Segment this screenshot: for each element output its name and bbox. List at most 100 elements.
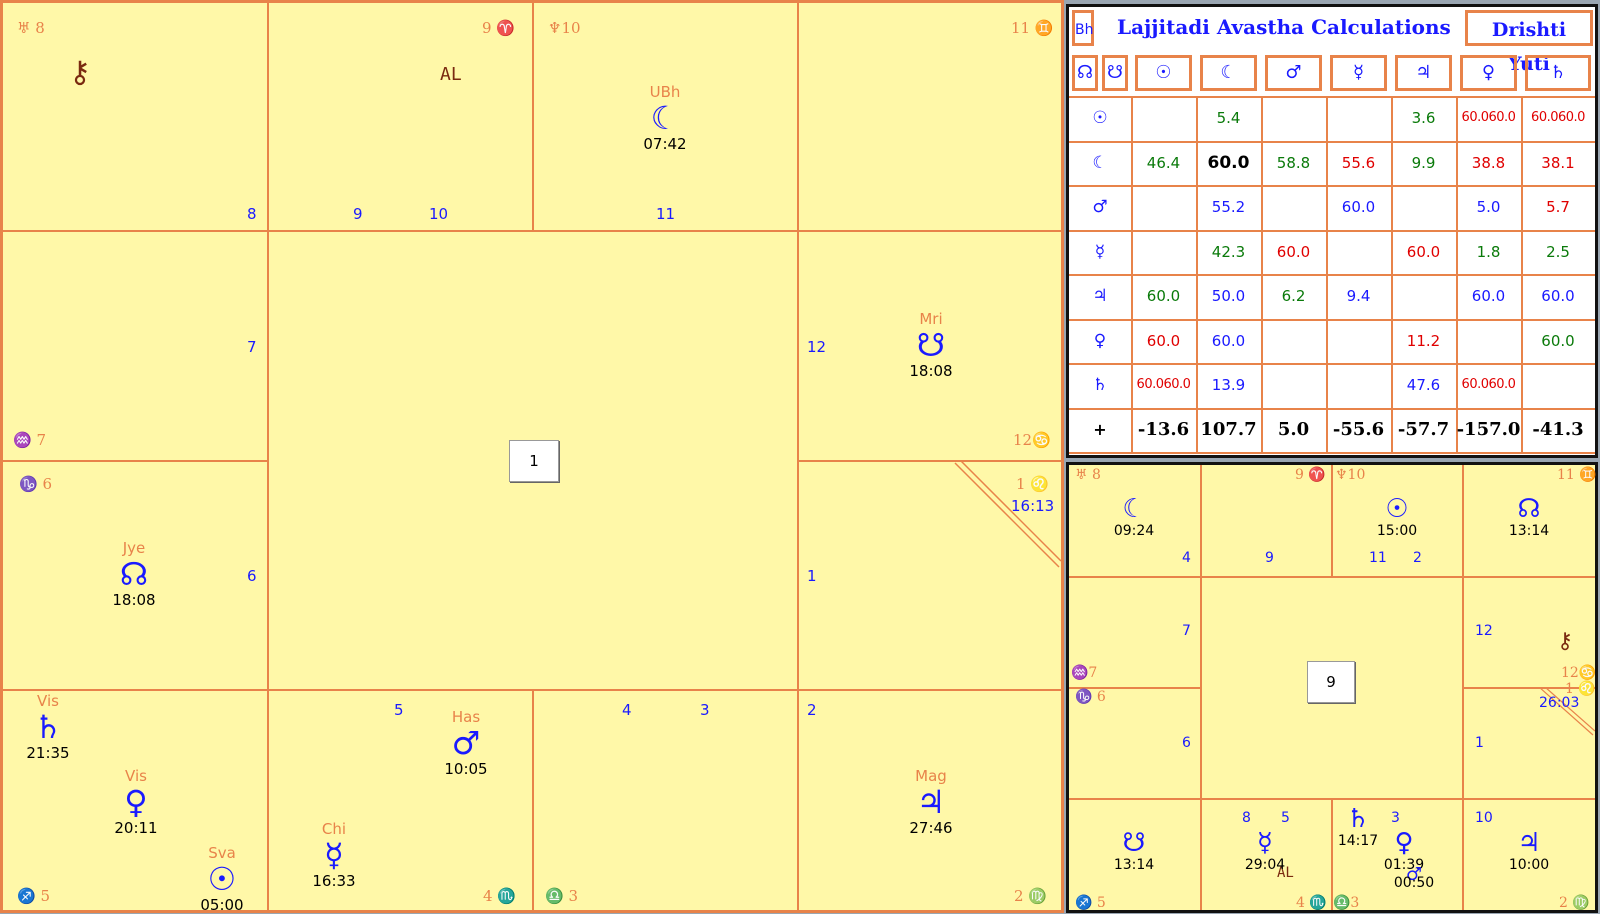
table-cell xyxy=(1261,363,1326,408)
planet-sun[interactable]: Sva ☉ 05:00 xyxy=(177,845,267,914)
chart-center-button[interactable]: 1 xyxy=(509,440,559,482)
sign-label-2: 2 ♍ xyxy=(1559,895,1590,911)
sign-label-8: ♅ 8 xyxy=(17,19,45,37)
sign-label-6: ♑ 6 xyxy=(1075,689,1106,705)
planet-degree: 13:14 xyxy=(1113,857,1155,873)
sign-label-10: ♆10 xyxy=(548,19,581,37)
table-cell xyxy=(1261,96,1326,141)
table-cell: 60.0 xyxy=(1276,242,1311,261)
table-cell: 47.6 xyxy=(1406,376,1441,394)
node-header-rahu: ☊ xyxy=(1072,55,1098,91)
house-number: 10 xyxy=(1475,810,1493,826)
jupiter-icon: ♃ xyxy=(916,783,946,821)
sign-label-7: ♒ 7 xyxy=(13,431,46,449)
moon-icon: ☾ xyxy=(650,99,680,137)
table-cell: 1.8 xyxy=(1476,242,1501,261)
house-number: 7 xyxy=(1182,623,1191,639)
table-cell: 60.0 xyxy=(1146,331,1181,350)
table-cell: 5.7 xyxy=(1546,198,1570,216)
planet-jupiter[interactable]: ♃ 10:00 xyxy=(1494,829,1564,873)
house-number: 5 xyxy=(1281,810,1290,826)
planet-mars[interactable]: Has ♂ 10:05 xyxy=(421,709,511,779)
table-cell: 60.0 xyxy=(1406,242,1441,261)
planet-degree: 16:33 xyxy=(312,872,356,890)
table-cell: 55.2 xyxy=(1211,198,1246,216)
planet-jupiter[interactable]: Mag ♃ 27:46 xyxy=(886,768,976,838)
row-header: ♄ xyxy=(1092,375,1108,395)
chiron-icon: ⚷ xyxy=(1557,629,1574,654)
row-header: + xyxy=(1093,419,1107,439)
house-number: 9 xyxy=(353,205,363,223)
table-cell: 50.0 xyxy=(1211,287,1246,305)
sign-label-5: ♐ 5 xyxy=(1075,895,1106,911)
table-cell: 58.8 xyxy=(1276,153,1311,172)
planet-mercury[interactable]: ☿ 29:04 xyxy=(1230,829,1300,873)
house-number: 11 xyxy=(656,205,676,223)
asc-degree: 26:03 xyxy=(1539,695,1580,711)
planet-rahu[interactable]: Jye ☊ 18:08 xyxy=(89,540,179,610)
planet-degree: 00:50 xyxy=(1393,875,1435,891)
total-cell: 107.7 xyxy=(1200,418,1257,440)
sign-label-12: 12♋ xyxy=(1561,665,1597,681)
drishti-yuti-tab[interactable]: Drishti Yuti xyxy=(1465,10,1593,75)
table-cell: 60.0 xyxy=(1471,287,1506,305)
total-cell: 5.0 xyxy=(1277,418,1310,440)
sign-label-9: 9 ♈ xyxy=(482,19,515,37)
house-number: 5 xyxy=(394,701,404,719)
planet-mars[interactable]: ♂ 00:50 xyxy=(1379,866,1449,892)
row-header: ♀ xyxy=(1093,330,1107,351)
house-number: 8 xyxy=(1242,810,1251,826)
planet-degree: 13:14 xyxy=(1508,523,1550,539)
sign-label-3: ♎ 3 xyxy=(545,887,578,905)
planet-ketu[interactable]: ☋ 13:14 xyxy=(1099,829,1169,873)
planet-degree: 20:11 xyxy=(114,819,158,837)
planet-ketu[interactable]: Mri ☋ 18:08 xyxy=(886,311,976,381)
planet-rahu[interactable]: ☊ 13:14 xyxy=(1494,495,1564,539)
sign-label-5: ♐ 5 xyxy=(17,887,50,905)
table-cell: 38.8 xyxy=(1471,153,1506,172)
planet-venus[interactable]: ♀ 01:39 xyxy=(1369,829,1439,873)
row-header: ♃ xyxy=(1092,286,1108,306)
planet-degree: 05:00 xyxy=(200,896,244,914)
planet-sun[interactable]: ☉ 15:00 xyxy=(1362,495,1432,539)
house-number: 1 xyxy=(807,567,817,585)
table-cell: 60.0 xyxy=(1341,198,1376,216)
planet-degree: 01:39 xyxy=(1383,857,1425,873)
main-chart: ♅ 8 9 ♈ ♆10 11 ♊ ♒ 7 12♋ ♑ 6 1 ♌ ♐ 5 4 ♏… xyxy=(0,0,1064,914)
house-number: 12 xyxy=(1475,623,1493,639)
arudha-lagna-label: AL xyxy=(440,64,462,85)
house-number: 2 xyxy=(1413,550,1422,566)
planet-mercury[interactable]: Chi ☿ 16:33 xyxy=(289,821,379,891)
table-cell: 2.5 xyxy=(1546,242,1570,261)
table-cell xyxy=(1131,96,1196,141)
table-cell xyxy=(1521,363,1595,408)
planet-degree: 10:00 xyxy=(1508,857,1550,873)
table-cell xyxy=(1131,230,1196,275)
table-cell xyxy=(1326,319,1391,364)
table-cell: 38.1 xyxy=(1541,153,1575,172)
table-cell: 42.3 xyxy=(1211,242,1246,261)
chart-center-button[interactable]: 9 xyxy=(1307,661,1355,703)
planet-degree: 27:46 xyxy=(909,819,953,837)
sign-label-11: 11 ♊ xyxy=(1011,19,1054,37)
planet-saturn[interactable]: Vis ♄ 21:35 xyxy=(3,693,93,763)
table-cell: 60.060.0 xyxy=(1461,110,1516,125)
table-cell: 60.060.0 xyxy=(1136,377,1191,392)
planet-degree: 21:35 xyxy=(26,744,70,762)
planet-moon[interactable]: UBh ☾ 07:42 xyxy=(620,84,710,154)
table-cell: 5.4 xyxy=(1216,109,1241,127)
table-cell: 3.6 xyxy=(1411,109,1436,127)
ketu-icon: ☋ xyxy=(1122,828,1146,858)
saturn-icon: ♄ xyxy=(33,708,63,746)
planet-venus[interactable]: Vis ♀ 20:11 xyxy=(91,768,181,838)
jupiter-icon: ♃ xyxy=(1517,828,1541,858)
house-number: 8 xyxy=(247,205,257,223)
planet-moon[interactable]: ☾ 09:24 xyxy=(1099,495,1169,539)
sign-label-6: ♑ 6 xyxy=(19,475,52,493)
column-header: ☾ xyxy=(1200,55,1257,91)
venus-icon: ♀ xyxy=(1394,828,1414,858)
house-number: 12 xyxy=(807,338,827,356)
table-cell xyxy=(1326,230,1391,275)
row-header: ♂ xyxy=(1092,197,1108,217)
sun-icon: ☉ xyxy=(1385,494,1409,524)
